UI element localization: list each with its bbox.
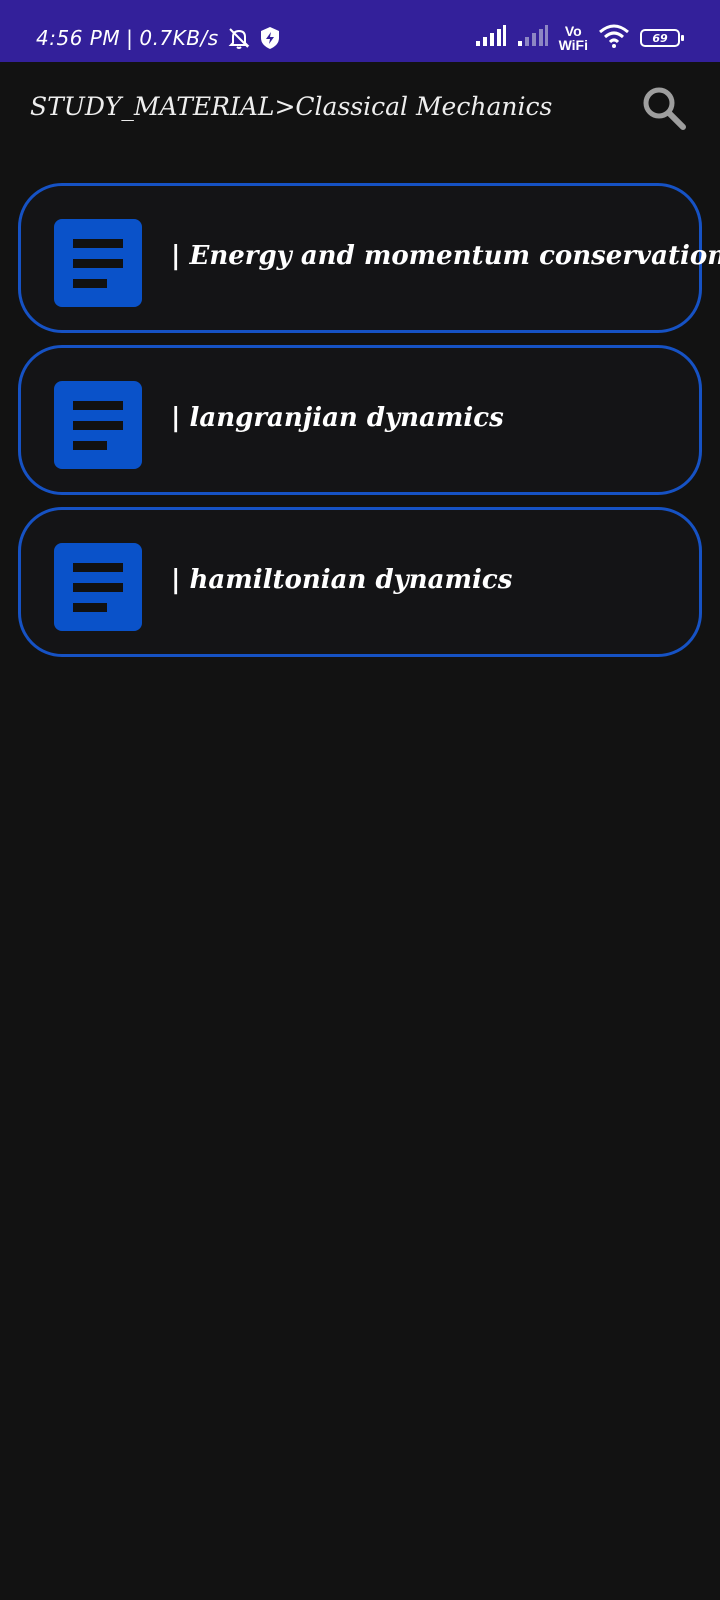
document-icon	[54, 219, 142, 307]
network-speed: 0.7KB/s	[139, 26, 219, 50]
vowifi-bottom: WiFi	[558, 37, 588, 53]
muted-bell-icon	[227, 26, 251, 50]
signal-icon	[517, 25, 549, 51]
list-item-title: | hamiltonian dynamics	[171, 565, 512, 595]
document-icon	[54, 381, 142, 469]
app-bar: STUDY_MATERIAL>Classical Mechanics	[0, 62, 720, 162]
search-icon	[641, 85, 687, 135]
list-item-label: langranjian dynamics	[189, 403, 504, 433]
status-right: Vo WiFi 69	[475, 24, 684, 52]
vowifi-indicator: Vo WiFi	[559, 24, 588, 52]
search-button[interactable]	[640, 86, 688, 134]
wifi-icon	[598, 24, 630, 52]
breadcrumb: STUDY_MATERIAL>Classical Mechanics	[30, 92, 553, 121]
list-item-label: Energy and momentum conservation	[189, 241, 720, 271]
status-bar: 4:56 PM | 0.7KB/s Vo WiFi 69	[0, 0, 720, 62]
shield-bolt-icon	[259, 26, 281, 50]
list-item[interactable]: | hamiltonian dynamics	[18, 507, 702, 657]
status-left: 4:56 PM | 0.7KB/s	[36, 26, 281, 50]
status-separator: |	[126, 26, 134, 50]
status-time: 4:56 PM	[36, 26, 121, 50]
list-item[interactable]: | langranjian dynamics	[18, 345, 702, 495]
material-list: | Energy and momentum conservation | lan…	[18, 183, 720, 669]
list-item[interactable]: | Energy and momentum conservation	[18, 183, 720, 333]
vowifi-top: Vo	[564, 23, 582, 39]
battery-icon: 69	[640, 29, 684, 47]
signal-icon	[475, 25, 507, 51]
list-item-prefix: |	[171, 241, 181, 271]
document-icon	[54, 543, 142, 631]
list-item-prefix: |	[171, 403, 181, 433]
list-item-title: | Energy and momentum conservation	[171, 241, 720, 271]
list-item-title: | langranjian dynamics	[171, 403, 504, 433]
list-item-label: hamiltonian dynamics	[189, 565, 513, 595]
battery-level: 69	[652, 31, 668, 45]
list-item-prefix: |	[171, 565, 181, 595]
